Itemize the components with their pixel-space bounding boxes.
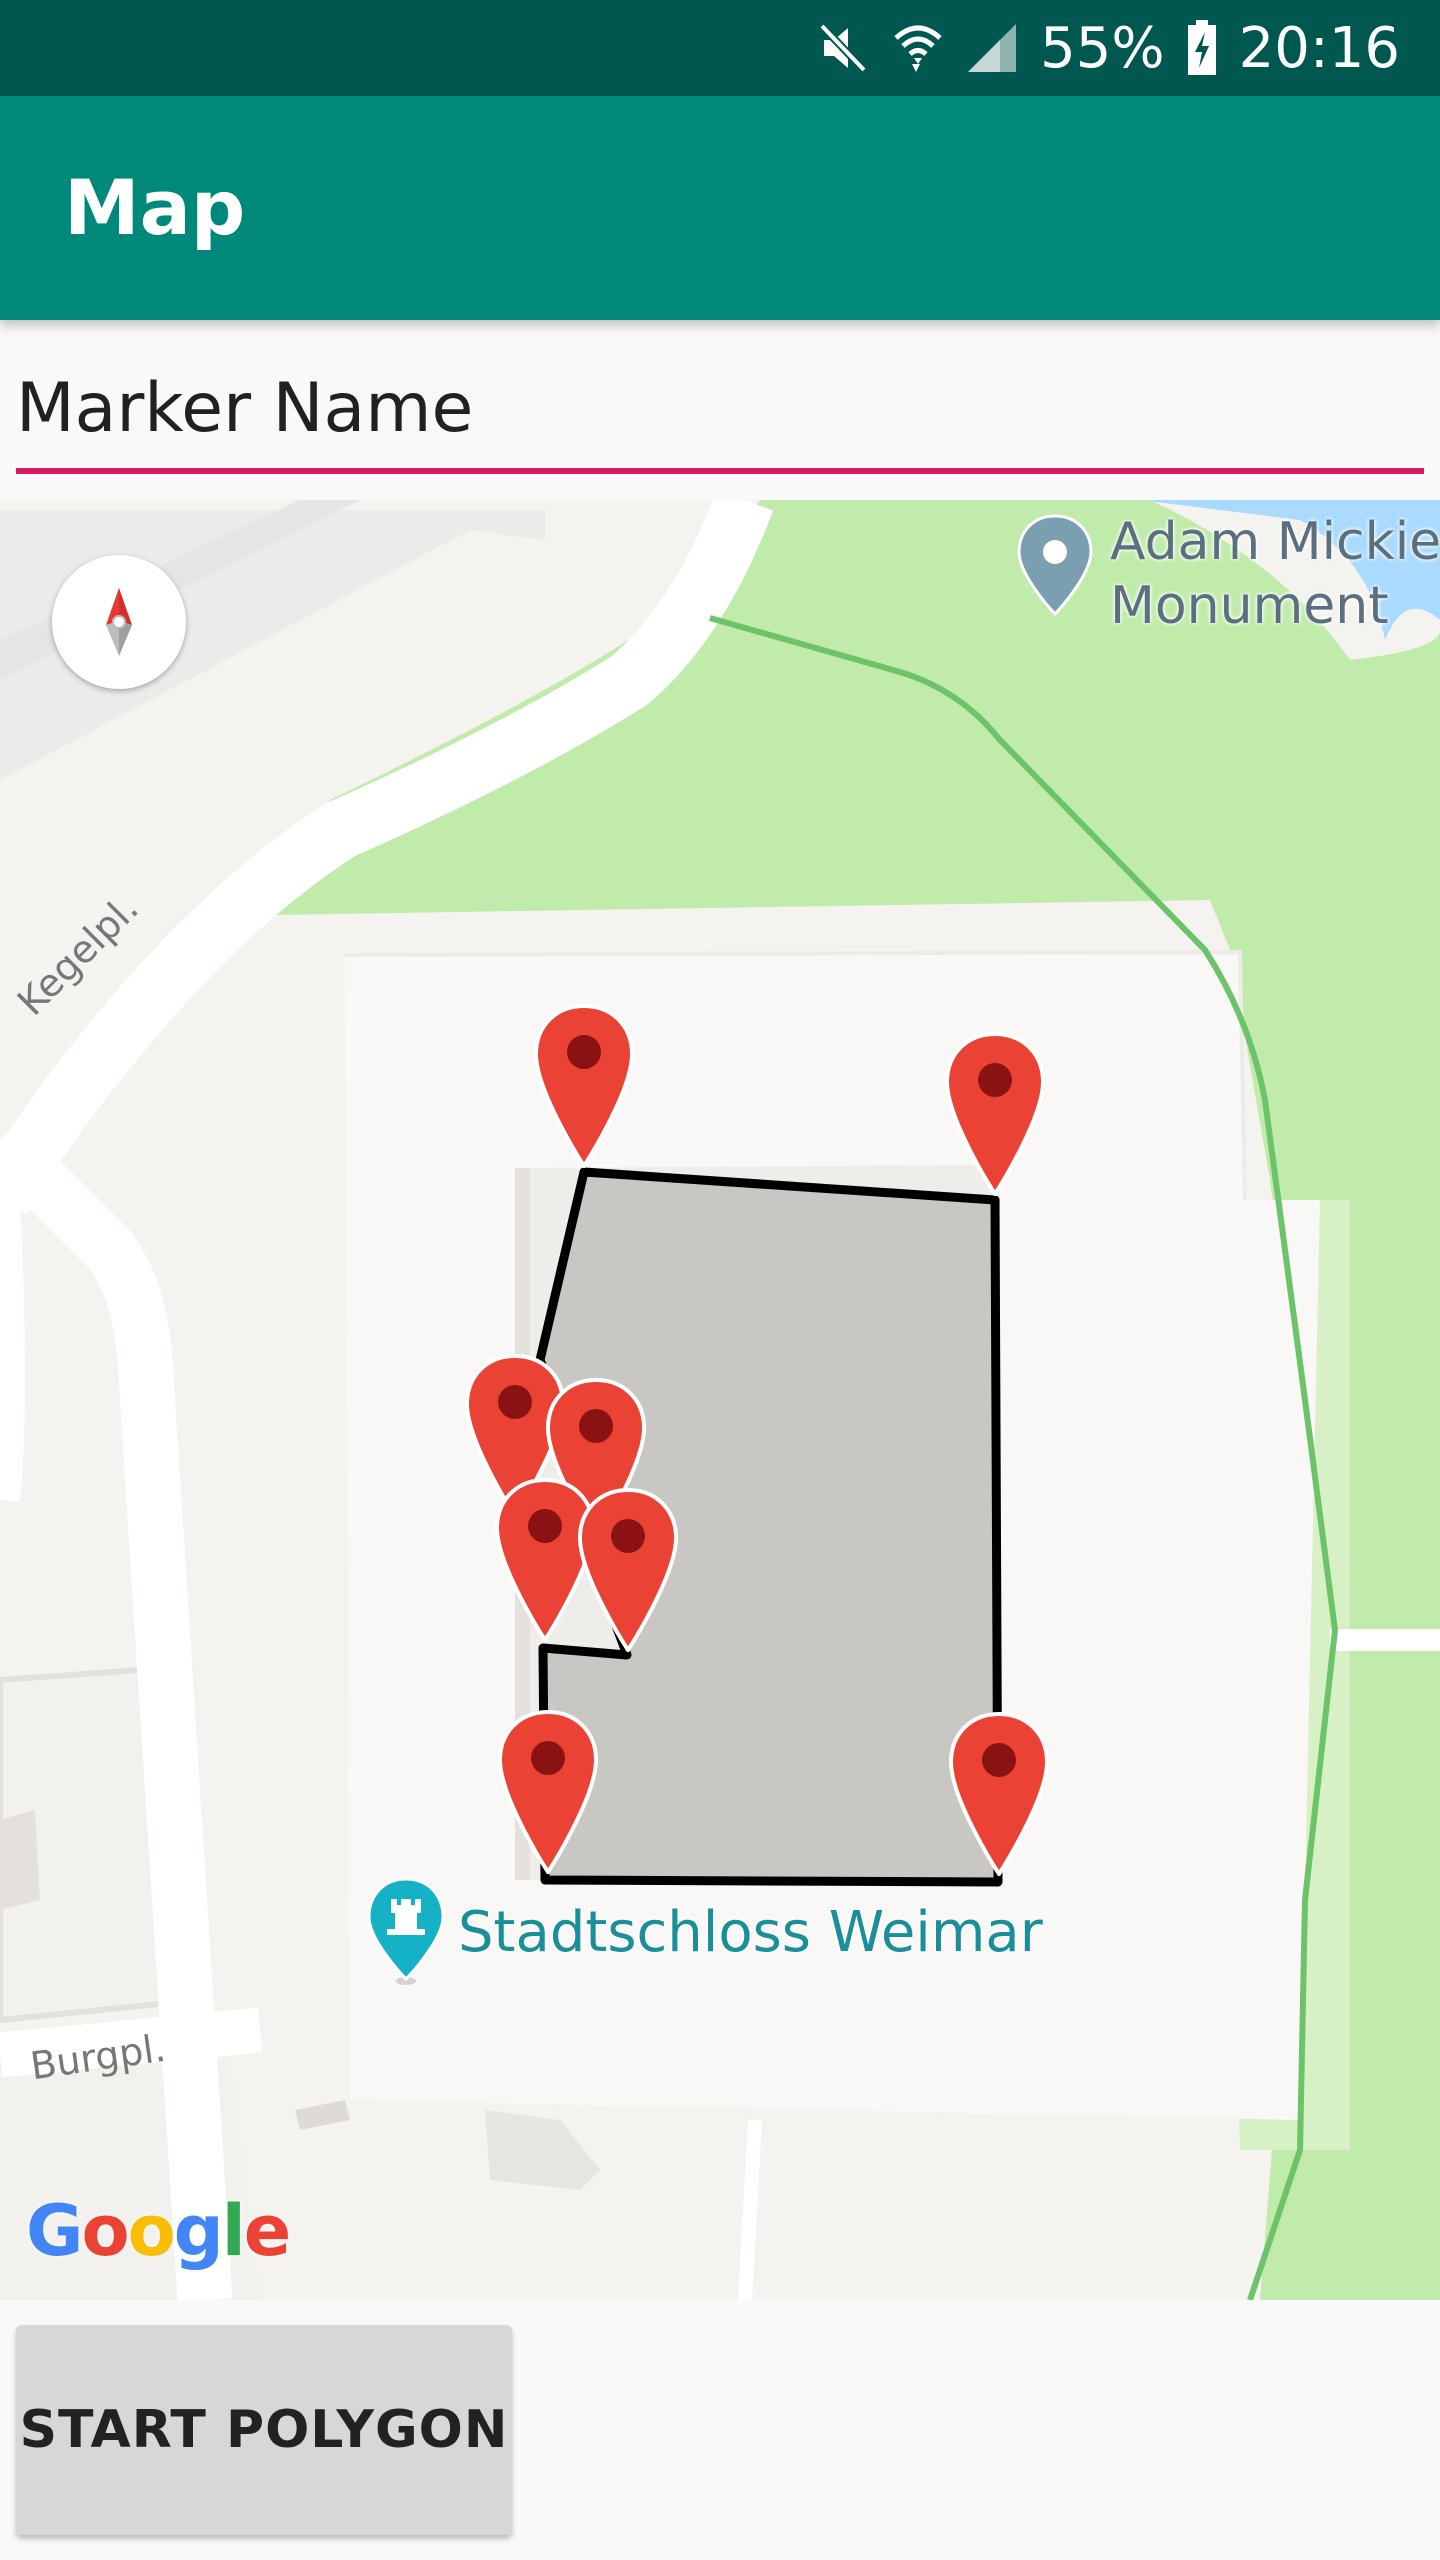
monument-label-line1: Adam Mickiew <box>1110 512 1440 572</box>
app-bar: Map <box>0 96 1440 320</box>
google-letter: g <box>173 2190 224 2272</box>
status-bar: 55% 20:16 <box>0 0 1440 96</box>
clock-time: 20:16 <box>1238 15 1400 81</box>
marker-name-field[interactable] <box>16 350 1424 474</box>
signal-icon <box>966 22 1018 74</box>
google-logo: Google <box>26 2190 292 2272</box>
battery-percent: 55% <box>1040 15 1165 81</box>
map-view[interactable]: Adam Mickiew Monument Kegelpl. Burgpl. S… <box>0 500 1440 2300</box>
google-letter: o <box>81 2190 129 2272</box>
monument-label: Adam Mickiew Monument <box>1110 510 1440 638</box>
map-marker-icon[interactable] <box>496 1708 600 1874</box>
status-icons: 55% 20:16 <box>818 0 1400 96</box>
map-canvas <box>0 500 1440 2300</box>
battery-charging-icon <box>1187 20 1217 76</box>
input-underline <box>16 468 1424 474</box>
google-letter: G <box>26 2190 83 2272</box>
castle-poi-icon[interactable] <box>365 1875 447 1987</box>
map-marker-icon[interactable] <box>532 1002 636 1168</box>
castle-label: Stadtschloss Weimar <box>458 1900 1043 1965</box>
wifi-icon <box>892 22 944 74</box>
app-bar-title: Map <box>64 163 246 252</box>
compass-icon <box>106 588 132 656</box>
monument-label-line2: Monument <box>1110 576 1389 636</box>
monument-poi-icon[interactable] <box>1015 512 1095 622</box>
marker-name-input[interactable] <box>16 350 1424 466</box>
map-marker-icon[interactable] <box>943 1030 1047 1196</box>
map-marker-icon[interactable] <box>576 1486 680 1652</box>
compass-button[interactable] <box>52 555 186 689</box>
google-letter: e <box>243 2190 292 2272</box>
mute-icon <box>818 22 870 74</box>
google-letter: l <box>221 2190 246 2272</box>
map-marker-icon[interactable] <box>947 1710 1051 1876</box>
start-polygon-button[interactable]: START POLYGON <box>16 2325 512 2535</box>
google-letter: o <box>127 2190 176 2272</box>
